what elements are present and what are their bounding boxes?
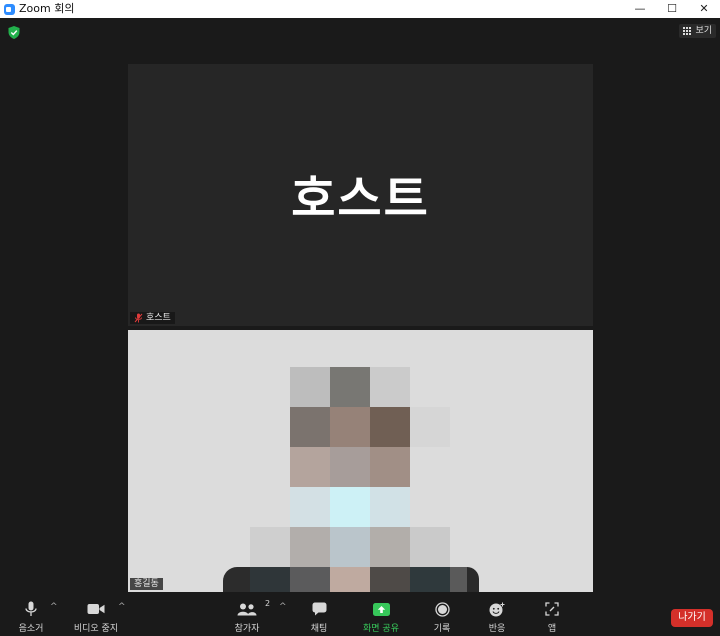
- meeting-area: 보기 호스트 호스트 홍길동: [0, 18, 720, 594]
- participant-video-tile[interactable]: 홍길동: [128, 330, 593, 592]
- chat-button[interactable]: 채팅: [306, 600, 332, 634]
- close-button[interactable]: ✕: [688, 0, 720, 18]
- mute-button[interactable]: 음소거: [14, 600, 48, 634]
- host-video-tile[interactable]: 호스트 호스트: [128, 64, 593, 326]
- minimize-button[interactable]: —: [624, 0, 656, 18]
- window-titlebar: Zoom 회의 — ☐ ✕: [0, 0, 720, 18]
- host-display-name: 호스트: [291, 171, 430, 227]
- chat-icon: [312, 602, 326, 616]
- reactions-label: 반응: [488, 624, 506, 634]
- share-screen-button[interactable]: 화면 공유: [360, 600, 402, 634]
- stop-video-label: 비디오 중지: [73, 624, 119, 634]
- participants-options-caret[interactable]: ^: [279, 602, 287, 612]
- apps-label: 앱: [547, 624, 557, 634]
- shield-icon[interactable]: [8, 26, 20, 39]
- maximize-button[interactable]: ☐: [656, 0, 688, 18]
- record-label: 기록: [433, 624, 451, 634]
- participants-count: 2: [265, 599, 271, 608]
- record-button[interactable]: 기록: [430, 600, 454, 634]
- window-title: Zoom 회의: [19, 2, 75, 15]
- grid-icon: [683, 26, 692, 36]
- host-name-tag-label: 호스트: [146, 313, 171, 323]
- participants-label: 참가자: [234, 624, 260, 634]
- video-options-caret[interactable]: ^: [118, 602, 126, 612]
- participant-name-tag: 홍길동: [130, 578, 163, 590]
- participants-icon: [237, 603, 257, 615]
- share-screen-label: 화면 공유: [363, 624, 399, 634]
- mute-label: 음소거: [18, 624, 44, 634]
- audio-options-caret[interactable]: ^: [50, 602, 58, 612]
- microphone-icon: [25, 601, 37, 616]
- leave-button[interactable]: 나가기: [671, 609, 713, 627]
- share-screen-icon: [372, 602, 390, 616]
- record-icon: [434, 601, 450, 617]
- mic-muted-icon: [134, 313, 143, 323]
- apps-button[interactable]: 앱: [542, 600, 562, 634]
- chat-label: 채팅: [310, 624, 328, 634]
- view-button-label: 보기: [695, 26, 712, 36]
- reactions-button[interactable]: 반응: [485, 600, 509, 634]
- zoom-app-icon: [4, 3, 15, 15]
- stop-video-button[interactable]: 비디오 중지: [72, 600, 120, 634]
- emoji-icon: [489, 602, 505, 616]
- participants-button[interactable]: 2 참가자: [230, 599, 271, 634]
- meeting-toolbar: 음소거 ^ 비디오 중지 ^ 2 참가자 ^ 채팅 화면 공유 기록 반응 앱 …: [0, 594, 720, 636]
- participant-name-tag-label: 홍길동: [134, 579, 159, 589]
- video-camera-icon: [87, 604, 105, 614]
- view-button[interactable]: 보기: [679, 24, 716, 38]
- host-name-tag: 호스트: [130, 312, 175, 324]
- apps-icon: [545, 602, 559, 616]
